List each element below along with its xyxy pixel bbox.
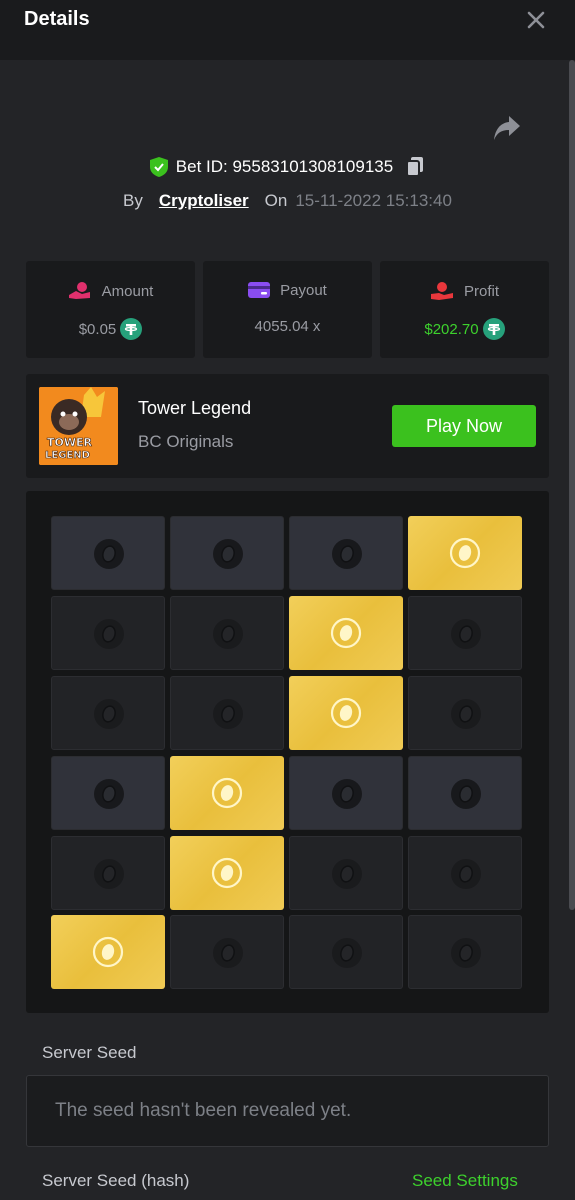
egg-icon	[451, 699, 481, 729]
server-seed-hash-label: Server Seed (hash)	[42, 1171, 190, 1190]
verified-shield-icon	[149, 157, 168, 177]
amount-card: Amount $0.05	[26, 261, 195, 358]
tile-revealed-egg[interactable]	[408, 516, 522, 590]
egg-icon	[94, 859, 124, 889]
on-label: On	[264, 191, 288, 210]
svg-text:LEGEND: LEGEND	[45, 450, 90, 461]
tile[interactable]	[170, 676, 284, 750]
page-title: Details	[24, 8, 90, 30]
copy-icon[interactable]	[405, 156, 425, 178]
tile[interactable]	[51, 676, 165, 750]
tile[interactable]	[408, 915, 522, 989]
tether-icon	[482, 318, 505, 340]
egg-icon	[94, 539, 124, 569]
profit-label: Profit	[463, 282, 499, 300]
tower-board	[26, 491, 549, 1013]
golden-egg-icon	[449, 537, 481, 569]
payout-value: 4055.04 x	[254, 318, 321, 335]
golden-egg-icon	[211, 777, 243, 809]
egg-icon	[332, 779, 362, 809]
egg-icon	[332, 859, 362, 889]
tile[interactable]	[51, 756, 165, 830]
golden-egg-icon	[330, 617, 362, 649]
egg-icon	[451, 938, 481, 968]
game-thumbnail[interactable]: TOWER LEGEND	[39, 387, 118, 465]
svg-text:TOWER: TOWER	[47, 436, 93, 449]
tile-revealed-egg[interactable]	[170, 756, 284, 830]
server-seed-field[interactable]: The seed hasn't been revealed yet.	[26, 1075, 549, 1147]
profit-card: Profit $202.70	[380, 261, 549, 358]
egg-icon	[94, 699, 124, 729]
username-link[interactable]: Cryptoliser	[159, 191, 249, 211]
tile[interactable]	[51, 516, 165, 590]
egg-icon	[94, 619, 124, 649]
tile[interactable]	[289, 756, 403, 830]
egg-icon	[213, 619, 243, 649]
share-icon[interactable]	[492, 114, 522, 142]
close-icon[interactable]	[523, 7, 549, 33]
coin-hand-icon	[68, 282, 90, 299]
bet-id: Bet ID: 95583101308109135	[175, 157, 394, 176]
wallet-icon	[248, 282, 271, 298]
tile[interactable]	[170, 516, 284, 590]
by-label: By	[123, 191, 143, 210]
tile-revealed-egg[interactable]	[289, 676, 403, 750]
egg-icon	[94, 779, 124, 809]
game-provider: BC Originals	[138, 432, 234, 451]
egg-icon	[451, 779, 481, 809]
tile[interactable]	[170, 915, 284, 989]
egg-icon	[213, 938, 243, 968]
tile[interactable]	[51, 836, 165, 910]
tile-revealed-egg[interactable]	[51, 915, 165, 989]
tether-icon	[120, 318, 143, 340]
egg-icon	[451, 619, 481, 649]
golden-egg-icon	[330, 697, 362, 729]
tile[interactable]	[51, 596, 165, 670]
egg-icon	[451, 859, 481, 889]
amount-label: Amount	[101, 282, 154, 300]
tile-revealed-egg[interactable]	[289, 596, 403, 670]
tile[interactable]	[289, 915, 403, 989]
bet-datetime: 15-11-2022 15:13:40	[295, 191, 452, 210]
tile[interactable]	[289, 836, 403, 910]
bet-id-row: Bet ID: 95583101308109135	[0, 152, 575, 182]
tile[interactable]	[289, 516, 403, 590]
egg-icon	[332, 539, 362, 569]
profit-value: $202.70	[424, 320, 479, 338]
server-seed-label: Server Seed	[42, 1043, 137, 1062]
server-seed-value: The seed hasn't been revealed yet.	[55, 1100, 352, 1121]
tile-revealed-egg[interactable]	[170, 836, 284, 910]
golden-egg-icon	[211, 857, 243, 889]
game-card: TOWER LEGEND Tower Legend BC Originals P…	[26, 374, 549, 478]
egg-icon	[332, 938, 362, 968]
tile[interactable]	[408, 596, 522, 670]
details-header: Details	[0, 0, 575, 60]
bet-meta-row: By Cryptoliser On 15-11-2022 15:13:40	[0, 187, 575, 215]
golden-egg-icon	[92, 936, 124, 968]
amount-value: $0.05	[78, 320, 117, 338]
seed-settings-link[interactable]: Seed Settings	[412, 1171, 518, 1191]
hand-coin-icon	[430, 282, 453, 300]
tile[interactable]	[408, 676, 522, 750]
game-title[interactable]: Tower Legend	[138, 398, 251, 419]
payout-label: Payout	[280, 281, 327, 299]
tile[interactable]	[170, 596, 284, 670]
play-now-button[interactable]: Play Now	[392, 405, 536, 447]
egg-icon	[213, 699, 243, 729]
egg-icon	[213, 539, 243, 569]
payout-card: Payout 4055.04 x	[203, 261, 372, 358]
tile[interactable]	[408, 756, 522, 830]
tile[interactable]	[408, 836, 522, 910]
